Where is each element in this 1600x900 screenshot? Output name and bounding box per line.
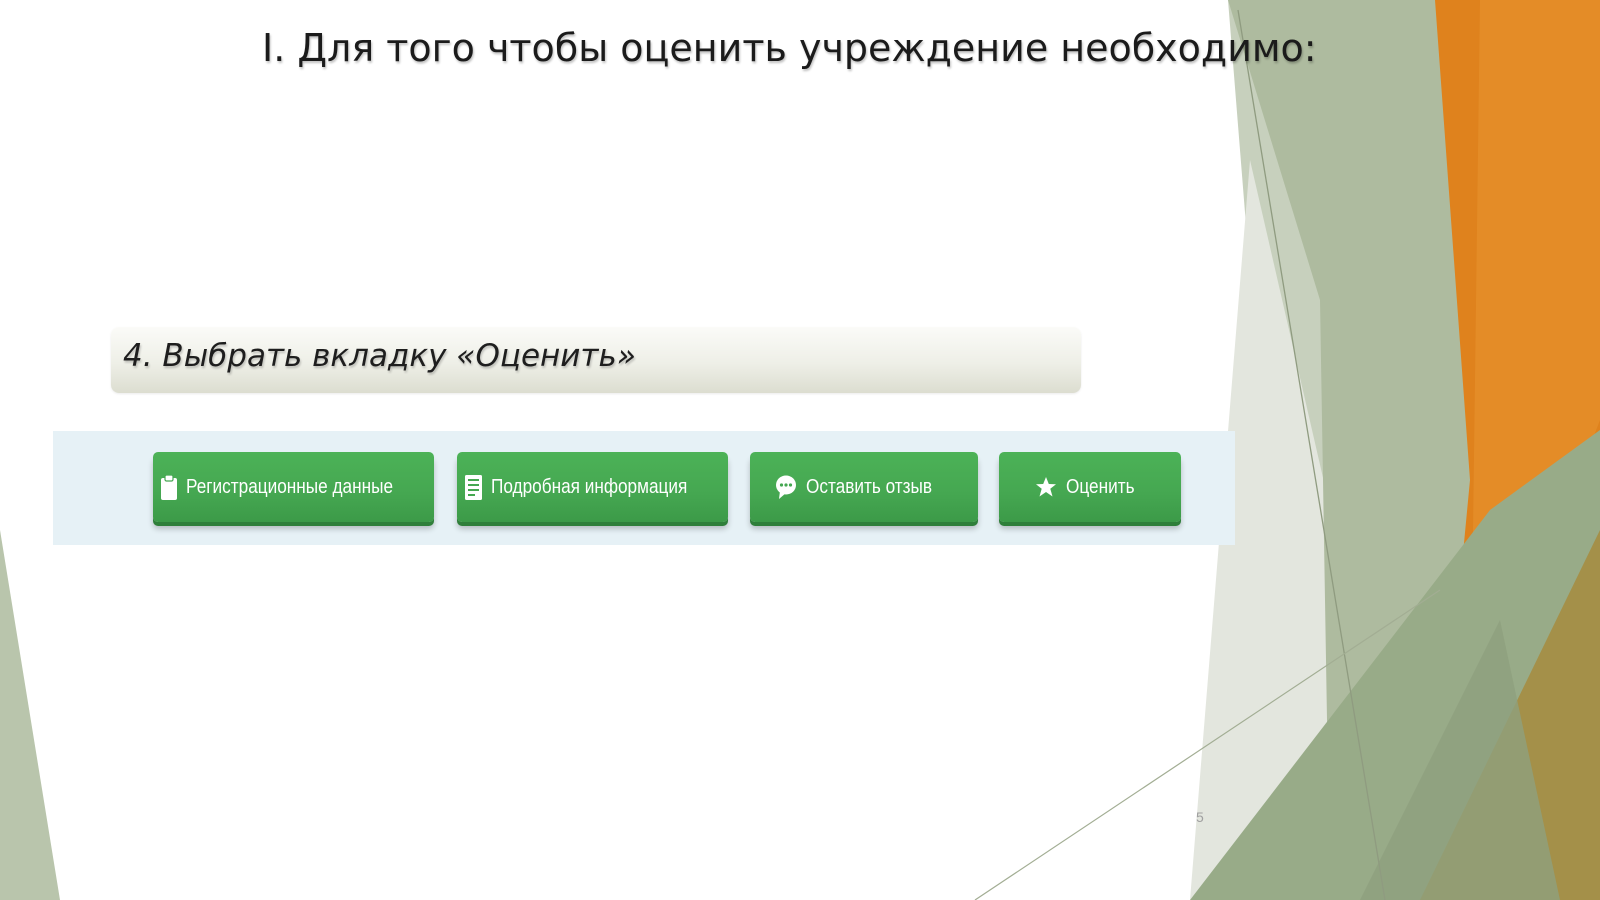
- tab-registration-data-label: Регистрационные данные: [185, 475, 393, 498]
- tab-registration-data[interactable]: Регистрационные данные: [153, 452, 434, 522]
- tab-bar-panel: Регистрационные данные Подробная информа…: [53, 431, 1235, 545]
- tab-detailed-info-label: Подробная информация: [491, 475, 688, 498]
- step-instruction-box: 4. Выбрать вкладку «Оценить»: [111, 327, 1081, 393]
- left-sage-triangle: [0, 530, 60, 900]
- tab-rate[interactable]: Оценить: [999, 452, 1181, 522]
- tab-leave-review-label: Оставить отзыв: [806, 475, 933, 498]
- slide-title: I. Для того чтобы оценить учреждение нео…: [262, 26, 1317, 70]
- tab-detailed-info[interactable]: Подробная информация: [457, 452, 728, 522]
- step-instruction-text: 4. Выбрать вкладку «Оценить»: [123, 338, 636, 374]
- speech-bubble-icon: [775, 475, 797, 499]
- clipboard-icon: [160, 473, 177, 500]
- tab-rate-label: Оценить: [1065, 475, 1135, 498]
- document-icon: [465, 474, 483, 500]
- page-number: 5: [1196, 809, 1204, 825]
- star-icon: [1035, 476, 1057, 498]
- tab-leave-review[interactable]: Оставить отзыв: [750, 452, 978, 522]
